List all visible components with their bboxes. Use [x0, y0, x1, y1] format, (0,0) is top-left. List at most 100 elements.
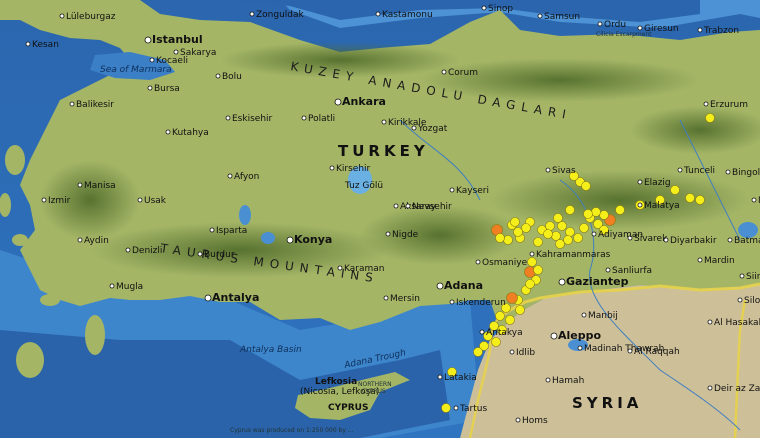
city-label: Antalya: [212, 291, 259, 304]
city-label: Idlib: [516, 348, 535, 358]
quake-marker[interactable]: [495, 233, 505, 243]
quake-marker[interactable]: [573, 233, 583, 243]
city-dot: [209, 227, 215, 233]
city-label: Corum: [448, 68, 478, 78]
quake-marker[interactable]: [491, 337, 501, 347]
city-dot: [25, 41, 31, 47]
city-dot: [334, 98, 342, 106]
quake-marker[interactable]: [473, 347, 483, 357]
city-label: Al Hasakah: [714, 318, 760, 328]
quake-marker[interactable]: [515, 305, 525, 315]
quake-marker[interactable]: [495, 311, 505, 321]
city-dot: [375, 11, 381, 17]
city-dot: [605, 267, 611, 273]
city-dot: [215, 73, 221, 79]
city-dot: [545, 377, 551, 383]
quake-marker[interactable]: [545, 221, 555, 231]
quake-marker[interactable]: [563, 235, 573, 245]
city-dot: [597, 21, 603, 27]
quake-marker[interactable]: [521, 223, 531, 233]
city-label: Kesan: [32, 40, 59, 50]
city-dot: [453, 405, 459, 411]
earthquake-map[interactable]: Lüleburgaz Istanbul Bursa Eskisehir Ankara Ki…: [0, 0, 760, 438]
city-dot: [751, 197, 757, 203]
quake-marker[interactable]: [505, 315, 515, 325]
city-dot: [165, 129, 171, 135]
quake-marker[interactable]: [583, 209, 593, 219]
quake-marker[interactable]: [685, 193, 695, 203]
city-label: Zonguldak: [256, 10, 305, 20]
quake-marker[interactable]: [533, 237, 543, 247]
region-label-antalya-basin: Antalya Basin: [239, 345, 302, 355]
city-dot: [173, 49, 179, 55]
quake-marker[interactable]: [565, 205, 575, 215]
city-dot: [125, 247, 131, 253]
quake-marker[interactable]: [579, 223, 589, 233]
city-label: Kutahya: [172, 128, 209, 138]
quake-marker[interactable]: [555, 239, 565, 249]
city-label: Homs: [522, 416, 548, 426]
quake-marker[interactable]: [695, 195, 705, 205]
city-dot: [545, 167, 551, 173]
city-label: Eskisehir: [232, 114, 273, 124]
quake-marker[interactable]: [553, 213, 563, 223]
city-label: Silopi: [744, 296, 760, 306]
quake-marker[interactable]: [670, 185, 680, 195]
quake-marker[interactable]: [591, 207, 601, 217]
city-label: Sinop: [488, 4, 513, 14]
city-dot: [479, 329, 485, 335]
quake-marker[interactable]: [581, 181, 591, 191]
city-label: Manbij: [588, 311, 618, 321]
city-label: Siirt: [746, 272, 760, 282]
city-dot: [149, 57, 155, 63]
city-dot: [383, 295, 389, 301]
city-label: Aydin: [84, 236, 109, 246]
city-label: Deir az Zawr: [714, 384, 760, 394]
city-dot: [77, 182, 83, 188]
city-dot: [437, 374, 443, 380]
city-dot: [591, 231, 597, 237]
city-label: Adana: [444, 279, 483, 292]
cyprus-label-northern: NORTHERN: [358, 381, 392, 388]
quake-marker[interactable]: [615, 205, 625, 215]
city-label: Hamah: [552, 376, 584, 386]
city-label: Yozgat: [417, 124, 448, 134]
city-dot: [725, 169, 731, 175]
city-dot: [69, 101, 75, 107]
city-dot: [509, 349, 515, 355]
city-dot: [697, 257, 703, 263]
quake-marker[interactable]: [441, 403, 451, 413]
city-dot: [637, 25, 643, 31]
city-dot: [703, 101, 709, 107]
city-dot: [515, 417, 521, 423]
quake-marker[interactable]: [565, 227, 575, 237]
region-label-marmara: Sea of Marmara: [100, 65, 172, 75]
quake-marker[interactable]: [551, 231, 561, 241]
city-label: Izmir: [48, 196, 71, 206]
city-label: Denizli: [132, 246, 162, 256]
quake-marker[interactable]: [510, 217, 520, 227]
city-label: Ankara: [342, 95, 386, 108]
city-label: Osmaniye: [482, 258, 528, 268]
quake-marker[interactable]: [525, 279, 535, 289]
city-label: Bolu: [222, 72, 242, 82]
quake-marker[interactable]: [705, 113, 715, 123]
city-dot: [707, 385, 713, 391]
country-label-turkey: TURKEY: [338, 142, 429, 160]
city-label: Lüleburgaz: [66, 12, 116, 22]
city-label: Diyarbakir: [670, 236, 717, 246]
quake-marker-major[interactable]: [506, 292, 518, 304]
city-dot: [41, 197, 47, 203]
quake-marker[interactable]: [599, 210, 609, 220]
quake-marker[interactable]: [557, 221, 567, 231]
city-dot: [475, 259, 481, 265]
city-dot: [393, 203, 399, 209]
quake-marker[interactable]: [513, 227, 523, 237]
quake-marker[interactable]: [503, 235, 513, 245]
city-label: Gaziantep: [566, 275, 629, 288]
city-label: Malatya: [644, 201, 680, 211]
city-label: Iskenderun: [456, 298, 506, 308]
quake-marker[interactable]: [533, 265, 543, 275]
city-label: Elazig: [644, 178, 671, 188]
quake-marker[interactable]: [543, 229, 553, 239]
